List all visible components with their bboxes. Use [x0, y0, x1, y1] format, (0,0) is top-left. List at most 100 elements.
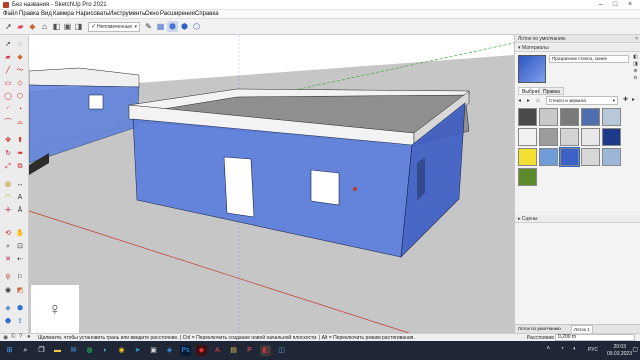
select-icon[interactable]: ➚: [3, 39, 13, 49]
pie-icon[interactable]: ◔: [15, 104, 25, 114]
select-icon[interactable]: ➚: [3, 21, 14, 32]
move-icon[interactable]: ✥: [3, 135, 13, 145]
powerpoint-icon[interactable]: P: [244, 345, 255, 356]
protractor-icon[interactable]: ◠: [3, 192, 13, 202]
swatch-2[interactable]: [539, 108, 558, 126]
previous-view-icon[interactable]: ⇠: [15, 254, 25, 264]
zoom-extents-icon[interactable]: ✕: [3, 254, 13, 264]
swatch-10[interactable]: [602, 128, 621, 146]
swatch-6[interactable]: [518, 128, 537, 146]
network-icon[interactable]: ◔: [560, 346, 564, 352]
swatch-16[interactable]: [518, 168, 537, 186]
user-icon[interactable]: ●: [27, 334, 31, 340]
clock-time[interactable]: 20:03: [613, 344, 626, 350]
rectangle-icon[interactable]: ▭: [3, 78, 13, 88]
swatch-12[interactable]: [539, 148, 558, 166]
home-icon[interactable]: ⌂: [39, 21, 50, 32]
swatch-1[interactable]: [518, 108, 537, 126]
measurements-input[interactable]: 0,200 m: [555, 334, 635, 341]
credits-icon[interactable]: ©: [11, 334, 15, 340]
tag-dropdown[interactable]: ✓ Непомеченные ▾: [88, 22, 140, 32]
freehand-icon[interactable]: 〜: [15, 65, 25, 75]
notification-icon[interactable]: ▢: [632, 346, 638, 353]
autocad-icon[interactable]: A: [212, 345, 223, 356]
layout-icon[interactable]: ◧: [260, 345, 271, 356]
tape-measure-icon[interactable]: ◍: [3, 179, 13, 189]
swatch-8[interactable]: [560, 128, 579, 146]
push-pull-icon[interactable]: ⬆: [15, 135, 25, 145]
task-view-icon[interactable]: ❐: [36, 345, 47, 356]
circle-icon[interactable]: ◯: [3, 91, 13, 101]
lasso-icon[interactable]: ◌: [15, 39, 25, 49]
position-camera-icon[interactable]: ⚲: [3, 272, 13, 282]
menu-edit[interactable]: Правка: [19, 11, 39, 17]
menu-extensions[interactable]: Расширения: [160, 11, 195, 17]
files-icon[interactable]: ▤: [228, 345, 239, 356]
shaded-icon[interactable]: ⬢: [167, 21, 178, 32]
forward-icon[interactable]: ▸: [527, 97, 535, 105]
back-icon[interactable]: ◂: [518, 97, 526, 105]
menu-help[interactable]: Справка: [195, 11, 219, 17]
tray-tab-default[interactable]: Лоток по умолчанию: [518, 326, 561, 331]
text-icon[interactable]: A: [15, 192, 25, 202]
tab-edit[interactable]: Правка: [539, 87, 564, 95]
polygon-icon[interactable]: ⬡: [15, 91, 25, 101]
dimension-icon[interactable]: ↔: [15, 179, 25, 189]
scale-icon[interactable]: ⤢: [3, 161, 13, 171]
offset-icon[interactable]: ⧉: [15, 161, 25, 171]
zoom-icon[interactable]: ⌕: [3, 241, 13, 251]
swatch-5[interactable]: [602, 108, 621, 126]
material-side-icons[interactable]: ◧ ◨ ⊕ ⊖: [632, 54, 639, 82]
swatch-14[interactable]: [581, 148, 600, 166]
scene-canvas[interactable]: ♀: [29, 35, 514, 333]
close-icon[interactable]: ×: [635, 35, 638, 43]
menu-window[interactable]: Окно: [145, 11, 159, 17]
eyedropper-icon[interactable]: ✚: [623, 96, 632, 105]
file-explorer-icon[interactable]: ▬: [52, 345, 63, 356]
swatch-4[interactable]: [581, 108, 600, 126]
rotate-icon[interactable]: ↻: [3, 148, 13, 158]
paint-bucket-icon[interactable]: ◆: [27, 21, 38, 32]
orbit-icon[interactable]: ⟲: [3, 228, 13, 238]
material-name-field[interactable]: Прозрачное стекло, синее: [549, 55, 629, 63]
pan-icon[interactable]: ✋: [15, 228, 25, 238]
geo-location-icon[interactable]: ◉: [3, 334, 8, 341]
monochrome-icon[interactable]: ⬡: [191, 21, 202, 32]
menu-view[interactable]: Вид: [41, 11, 52, 17]
3d-text-icon[interactable]: Ā: [15, 205, 25, 215]
menu-file[interactable]: Файл: [3, 11, 18, 17]
xray-icon[interactable]: ▦: [155, 21, 166, 32]
home-icon[interactable]: ⌂: [536, 97, 544, 105]
walk-icon[interactable]: ⚐: [15, 272, 25, 282]
materials-panel-header[interactable]: ▾ Материалы: [515, 44, 640, 52]
extra-app-icon[interactable]: ◫: [276, 345, 287, 356]
extension-warehouse-icon[interactable]: ⬣: [3, 316, 13, 326]
clock-date[interactable]: 09.03.2023: [607, 351, 632, 357]
app-icon[interactable]: ◈: [164, 345, 175, 356]
box-right-icon[interactable]: ◨: [73, 21, 84, 32]
maximize-icon[interactable]: □: [610, 1, 620, 9]
axes-icon[interactable]: ✛: [3, 205, 13, 215]
whatsapp-icon[interactable]: ◍: [84, 345, 95, 356]
material-preview[interactable]: [518, 55, 546, 83]
mail-icon[interactable]: ✉: [68, 345, 79, 356]
telegram-icon[interactable]: ➤: [132, 345, 143, 356]
close-icon[interactable]: ×: [625, 1, 635, 9]
paint-bucket-icon[interactable]: ◆: [15, 52, 25, 62]
sketchup-icon[interactable]: ◆: [196, 345, 207, 356]
volume-icon[interactable]: ◖: [572, 346, 576, 352]
language-indicator[interactable]: РУС: [588, 347, 598, 353]
box-front-icon[interactable]: ▣: [62, 21, 73, 32]
store-icon[interactable]: ▣: [148, 345, 159, 356]
swatch-3[interactable]: [560, 108, 579, 126]
menu-tools[interactable]: Инструменты: [109, 11, 146, 17]
arc-2pt-icon[interactable]: ⌒: [3, 117, 13, 127]
scenes-panel-header[interactable]: ▸ Сцены: [515, 215, 640, 223]
photoshop-icon[interactable]: Ps: [180, 345, 191, 356]
eraser-icon[interactable]: ▰: [3, 52, 13, 62]
edge-icon[interactable]: ◐: [100, 345, 111, 356]
model-viewport[interactable]: ♀: [29, 35, 514, 333]
menu-draw[interactable]: Нарисовать: [76, 11, 109, 17]
swatch-11[interactable]: [518, 148, 537, 166]
details-icon[interactable]: ▸: [632, 96, 640, 105]
